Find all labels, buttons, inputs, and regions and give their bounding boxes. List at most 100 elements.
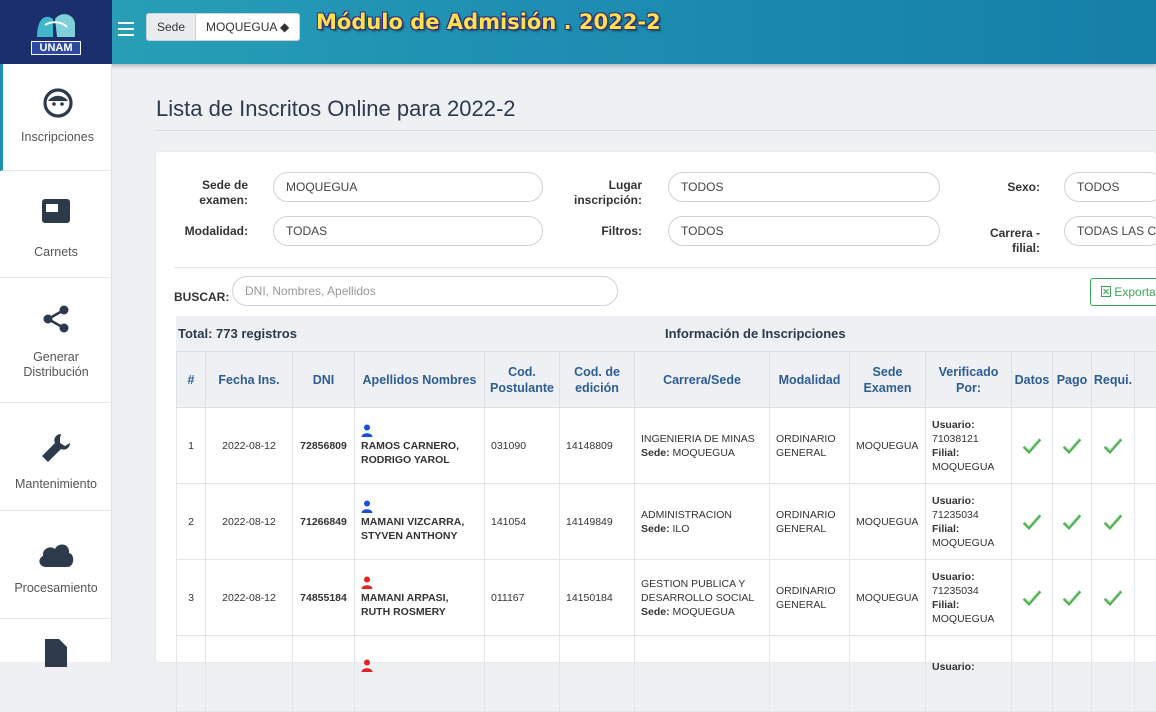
inscritos-table: # Fecha Ins. DNI Apellidos Nombres Cod. … bbox=[176, 351, 1156, 712]
sede-examen-select[interactable]: MOQUEGUA bbox=[273, 172, 543, 202]
table-row[interactable]: Usuario: bbox=[177, 636, 1156, 712]
export-button[interactable]: Exporta bbox=[1090, 278, 1156, 306]
row-num: 1 bbox=[177, 408, 206, 484]
person-icon bbox=[361, 424, 373, 437]
row-dni: 72856809 bbox=[293, 408, 355, 484]
row-nombres bbox=[355, 636, 485, 712]
row-dni: 74855184 bbox=[293, 560, 355, 636]
row-usuario-label: Usuario: bbox=[932, 495, 975, 507]
row-usuario: 71038121 bbox=[932, 433, 979, 445]
row-datos[interactable] bbox=[1012, 560, 1053, 636]
sidebar-item-distribucion[interactable]: Generar Distribución bbox=[0, 278, 112, 403]
row-nombres: MAMANI ARPASI,RUTH ROSMERY bbox=[355, 560, 485, 636]
sidebar-item-mantenimiento[interactable]: Mantenimiento bbox=[0, 403, 112, 511]
row-cod-edicion: 14150184 bbox=[560, 560, 635, 636]
sexo-label: Sexo: bbox=[976, 180, 1040, 195]
col-sede-examen[interactable]: Sede Examen bbox=[850, 352, 926, 408]
row-filial-label: Filial: bbox=[932, 523, 959, 535]
row-num: 3 bbox=[177, 560, 206, 636]
col-requi[interactable]: Requi. bbox=[1092, 352, 1135, 408]
col-cod-edicion[interactable]: Cod. de edición bbox=[560, 352, 635, 408]
row-filial-label: Filial: bbox=[932, 599, 959, 611]
person-icon bbox=[361, 500, 373, 513]
row-datos[interactable] bbox=[1012, 408, 1053, 484]
row-sede-label: Sede: bbox=[641, 606, 670, 618]
row-nombres: RAMOS CARNERO,RODRIGO YAROL bbox=[355, 408, 485, 484]
sidebar-item-label: Procesamiento bbox=[0, 581, 112, 596]
filtros-select[interactable]: TODOS bbox=[668, 216, 940, 246]
col-nombres[interactable]: Apellidos Nombres bbox=[355, 352, 485, 408]
row-carrera: INGENIERIA DE MINASSede: MOQUEGUA bbox=[635, 408, 770, 484]
menu-toggle-icon[interactable] bbox=[118, 22, 134, 36]
table-header-row: # Fecha Ins. DNI Apellidos Nombres Cod. … bbox=[177, 352, 1156, 408]
row-extra bbox=[1135, 560, 1156, 636]
row-modalidad bbox=[770, 636, 850, 712]
total-records: Total: 773 registros bbox=[178, 326, 297, 341]
logo-text: UNAM bbox=[31, 41, 81, 55]
row-requi[interactable] bbox=[1092, 408, 1135, 484]
row-sede-label: Sede: bbox=[641, 523, 670, 535]
filtros-label: Filtros: bbox=[566, 224, 642, 239]
row-requi[interactable] bbox=[1092, 636, 1135, 712]
row-apellidos: MAMANI VIZCARRA, bbox=[361, 516, 464, 528]
row-extra bbox=[1135, 408, 1156, 484]
export-label: Exporta bbox=[1114, 285, 1155, 299]
search-input[interactable]: DNI, Nombres, Apellidos bbox=[232, 276, 618, 306]
row-nombres: MAMANI VIZCARRA, STYVEN ANTHONY bbox=[355, 484, 485, 560]
modalidad-label: Modalidad: bbox=[164, 224, 248, 239]
modalidad-select[interactable]: TODAS bbox=[273, 216, 543, 246]
lugar-inscripcion-select[interactable]: TODOS bbox=[668, 172, 940, 202]
sidebar-item-inscripciones[interactable]: Inscripciones bbox=[0, 64, 112, 171]
col-dni[interactable]: DNI bbox=[293, 352, 355, 408]
sidebar-item-carnets[interactable]: Carnets bbox=[0, 171, 112, 278]
table-row[interactable]: 12022-08-1272856809RAMOS CARNERO,RODRIGO… bbox=[177, 408, 1156, 484]
table-row[interactable]: 22022-08-1271266849MAMANI VIZCARRA,STYVE… bbox=[177, 484, 1156, 560]
row-dni bbox=[293, 636, 355, 712]
sede-selector[interactable]: Sede MOQUEGUA ◆ bbox=[146, 13, 300, 41]
table-row[interactable]: 32022-08-1274855184MAMANI ARPASI,RUTH RO… bbox=[177, 560, 1156, 636]
sidebar-item-next[interactable] bbox=[0, 619, 112, 662]
cloud-icon bbox=[36, 539, 76, 569]
check-icon bbox=[1103, 437, 1123, 455]
carrera-filial-select[interactable]: TODAS LAS C bbox=[1064, 216, 1156, 246]
sidebar-item-procesamiento[interactable]: Procesamiento bbox=[0, 511, 112, 619]
col-cod-postulante[interactable]: Cod. Postulante bbox=[485, 352, 560, 408]
row-num: 2 bbox=[177, 484, 206, 560]
row-datos[interactable] bbox=[1012, 636, 1053, 712]
row-nombre: STYVEN ANTHONY bbox=[361, 530, 457, 542]
col-modalidad[interactable]: Modalidad bbox=[770, 352, 850, 408]
row-nombre: RUTH ROSMERY bbox=[361, 606, 446, 618]
face-icon bbox=[41, 86, 75, 120]
row-pago[interactable] bbox=[1053, 408, 1092, 484]
unam-logo[interactable]: UNAM bbox=[0, 0, 112, 64]
col-num[interactable]: # bbox=[177, 352, 206, 408]
row-fecha: 2022-08-12 bbox=[206, 484, 293, 560]
row-modalidad: ORDINARIOGENERAL bbox=[770, 484, 850, 560]
sexo-select[interactable]: TODOS bbox=[1064, 172, 1156, 202]
row-sede-value: ILO bbox=[673, 523, 690, 535]
row-carrera-name: ADMINISTRACION bbox=[641, 509, 732, 521]
row-cod-edicion: 14149849 bbox=[560, 484, 635, 560]
row-pago[interactable] bbox=[1053, 484, 1092, 560]
row-verificado: Usuario:71235034Filial:MOQUEGUA bbox=[926, 560, 1012, 636]
col-datos[interactable]: Datos bbox=[1012, 352, 1053, 408]
row-requi[interactable] bbox=[1092, 484, 1135, 560]
col-carrera[interactable]: Carrera/Sede bbox=[635, 352, 770, 408]
row-datos[interactable] bbox=[1012, 484, 1053, 560]
col-pago[interactable]: Pago bbox=[1053, 352, 1092, 408]
row-pago[interactable] bbox=[1053, 560, 1092, 636]
check-icon bbox=[1103, 589, 1123, 607]
row-sede-label: Sede: bbox=[641, 447, 670, 459]
table-caption: Información de Inscripciones bbox=[665, 326, 846, 341]
sede-examen-label: Sede de examen: bbox=[184, 178, 248, 208]
col-verificado[interactable]: Verificado Por: bbox=[926, 352, 1012, 408]
row-fecha: 2022-08-12 bbox=[206, 408, 293, 484]
sede-select[interactable]: MOQUEGUA ◆ bbox=[196, 14, 299, 40]
row-pago[interactable] bbox=[1053, 636, 1092, 712]
row-carrera: GESTION PUBLICA Y DESARROLLO SOCIALSede:… bbox=[635, 560, 770, 636]
row-requi[interactable] bbox=[1092, 560, 1135, 636]
person-icon bbox=[361, 659, 373, 672]
col-fecha[interactable]: Fecha Ins. bbox=[206, 352, 293, 408]
row-modalidad-2: GENERAL bbox=[776, 447, 826, 459]
row-sede-value: MOQUEGUA bbox=[673, 606, 735, 618]
